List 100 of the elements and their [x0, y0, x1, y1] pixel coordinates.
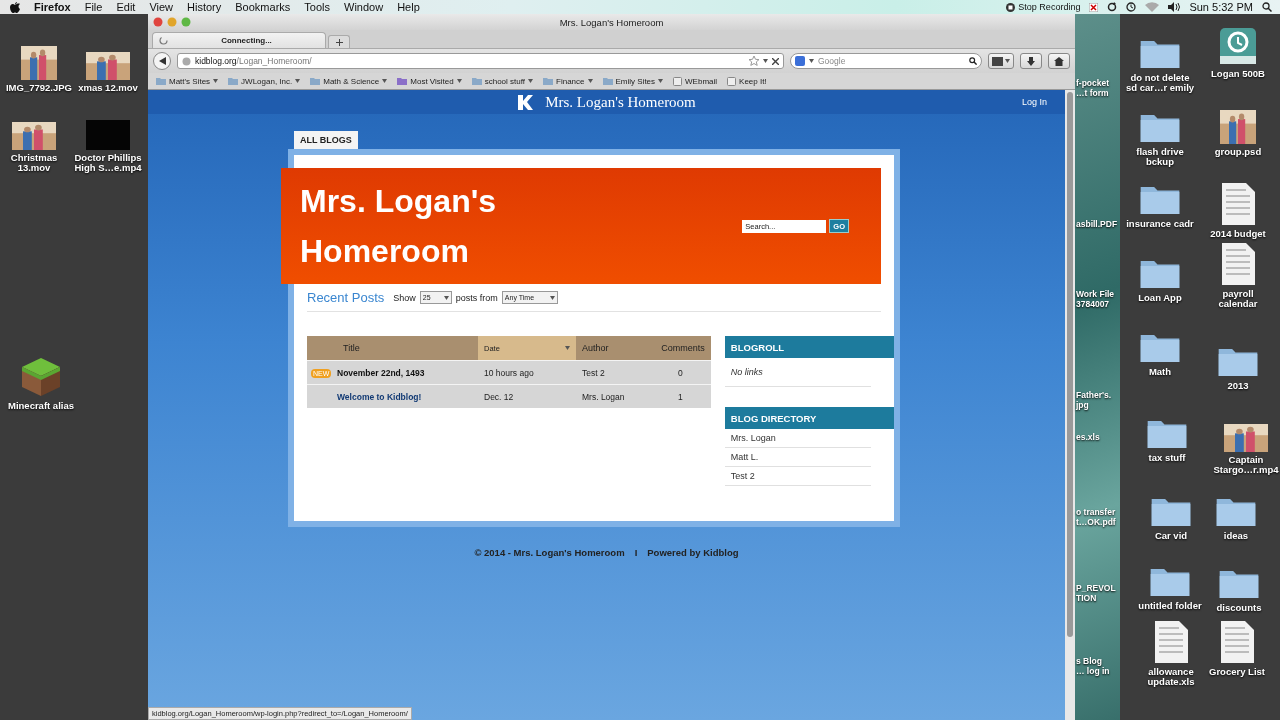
- file-label: 2014 budget: [1210, 229, 1266, 239]
- search-field[interactable]: Google: [790, 53, 982, 69]
- file-label: Logan 500B: [1211, 69, 1265, 79]
- folder-icon: [310, 77, 321, 85]
- post-title[interactable]: November 22nd, 1493: [337, 360, 478, 385]
- file-label: insurance cadr: [1126, 219, 1194, 229]
- author-cell: Test 2: [576, 360, 643, 385]
- file-label: Car vid: [1154, 531, 1188, 541]
- comments-cell: 0: [642, 360, 711, 385]
- stop-recording-button[interactable]: Stop Recording: [1006, 2, 1081, 12]
- file-label: discounts: [1216, 603, 1262, 613]
- menu-item[interactable]: Window: [344, 1, 384, 13]
- file-label: s Blog … log in: [1076, 656, 1110, 676]
- login-link[interactable]: Log In: [1021, 97, 1047, 107]
- bookmark-item[interactable]: Finance: [543, 76, 593, 86]
- file-label: tax stuff: [1148, 453, 1186, 463]
- new-tab-button[interactable]: [328, 35, 350, 48]
- file-label: xmas 12.mov: [78, 83, 138, 93]
- spreadsheet-icon[interactable]: [1220, 182, 1256, 226]
- empty-note: No links: [724, 358, 871, 387]
- bookmark-item[interactable]: school stuff: [471, 76, 534, 86]
- sync-icon[interactable]: [1107, 2, 1118, 12]
- page-icon: [673, 76, 683, 86]
- menu-item[interactable]: Edit: [116, 1, 136, 13]
- star-icon[interactable]: [749, 56, 759, 66]
- browser-tab[interactable]: Connecting...: [152, 32, 326, 48]
- folder-icon: [543, 77, 554, 85]
- widget-heading: BLOGROLL: [724, 336, 894, 358]
- scrollbar[interactable]: [1065, 90, 1075, 720]
- date-cell: 10 hours ago: [478, 360, 576, 385]
- site-title[interactable]: Mrs. Logan's Homeroom: [545, 93, 696, 111]
- bookmark-item[interactable]: Math & Science: [310, 76, 388, 86]
- menu-item[interactable]: Help: [397, 1, 420, 13]
- back-button[interactable]: [153, 52, 171, 70]
- smart-folder-icon: [397, 77, 408, 85]
- apple-icon[interactable]: [10, 1, 20, 13]
- bookmark-item[interactable]: Matt's Sites: [156, 76, 219, 86]
- directory-link[interactable]: Test 2: [724, 467, 871, 486]
- directory-link[interactable]: Matt L.: [724, 448, 871, 467]
- comments-cell: 1: [642, 384, 711, 408]
- section-heading: Recent Posts: [307, 290, 385, 305]
- footer-separator: I: [634, 547, 638, 558]
- column-header[interactable]: Comments: [642, 336, 711, 361]
- file-label: P_REVOL TION: [1076, 583, 1116, 603]
- caret-icon: [763, 59, 768, 63]
- column-header[interactable]: Author: [576, 336, 643, 361]
- folder-icon: [471, 77, 482, 85]
- bookmarks-button[interactable]: [988, 53, 1014, 69]
- column-header[interactable]: Title: [337, 336, 478, 361]
- spreadsheet-icon[interactable]: [1153, 620, 1189, 664]
- loading-spinner-icon: [159, 36, 168, 45]
- close-icon[interactable]: [1089, 2, 1099, 12]
- menu-item[interactable]: View: [149, 1, 174, 13]
- posts-from-label: posts from: [455, 292, 498, 303]
- file-label: Work File 3784007: [1076, 289, 1115, 309]
- file-label: Math: [1148, 367, 1172, 377]
- file-label: allowance update.xls: [1147, 667, 1195, 687]
- file-label: untitled folder: [1138, 601, 1202, 611]
- bookmark-item[interactable]: Emily Sites: [602, 76, 664, 86]
- clock-icon[interactable]: [1126, 2, 1137, 12]
- pdf-document-icon[interactable]: [1219, 620, 1255, 664]
- close-window-button[interactable]: [153, 17, 163, 27]
- bookmark-item[interactable]: Most Visited: [397, 76, 462, 86]
- file-label: Christmas 13.mov: [10, 153, 58, 173]
- logo-icon[interactable]: [517, 94, 534, 110]
- file-label: f-pocket …t form: [1076, 78, 1110, 98]
- clock-text[interactable]: Sun 5:32 PM: [1189, 1, 1253, 13]
- caret-icon: [565, 346, 570, 350]
- all-blogs-tab[interactable]: ALL BLOGS: [294, 131, 358, 149]
- file-label: group.psd: [1214, 147, 1262, 157]
- menu-item[interactable]: Bookmarks: [235, 1, 291, 13]
- volume-icon[interactable]: [1168, 2, 1181, 12]
- folder-icon: [602, 77, 613, 85]
- bookmark-item[interactable]: JWLogan, Inc.: [228, 76, 301, 86]
- post-title-link[interactable]: Welcome to Kidblog!: [337, 384, 478, 408]
- page-icon: [727, 76, 737, 86]
- grass-block-icon[interactable]: [20, 356, 62, 398]
- file-label: Father's. jpg: [1076, 390, 1112, 410]
- file-label: 2013: [1227, 381, 1249, 391]
- window-title: Mrs. Logan's Homeroom: [558, 16, 665, 28]
- menu-item[interactable]: Firefox: [34, 1, 71, 13]
- file-label: Doctor Phillips High S…e.mp4: [74, 153, 142, 173]
- menu-item[interactable]: File: [84, 1, 103, 13]
- home-button[interactable]: [1048, 53, 1070, 69]
- file-label: Grocery List: [1209, 667, 1265, 677]
- folder-icon: [156, 77, 166, 85]
- backup-drive-icon[interactable]: [1218, 26, 1258, 66]
- menu-item[interactable]: Tools: [304, 1, 330, 13]
- search-icon[interactable]: [969, 57, 977, 65]
- menu-item[interactable]: History: [187, 1, 222, 13]
- bookmark-item[interactable]: WEbmail: [673, 76, 718, 86]
- address-field[interactable]: kidblog.org/Logan_Homeroom/: [177, 53, 784, 69]
- search-icon[interactable]: [1262, 2, 1272, 12]
- widget-heading: BLOG DIRECTORY: [724, 407, 894, 429]
- directory-link[interactable]: Mrs. Logan: [724, 429, 871, 448]
- caret-icon: [587, 79, 593, 83]
- downloads-button[interactable]: [1020, 53, 1042, 69]
- close-icon[interactable]: [772, 57, 779, 65]
- bookmark-item[interactable]: Keep It!: [727, 76, 767, 86]
- document-icon[interactable]: [1220, 242, 1256, 286]
